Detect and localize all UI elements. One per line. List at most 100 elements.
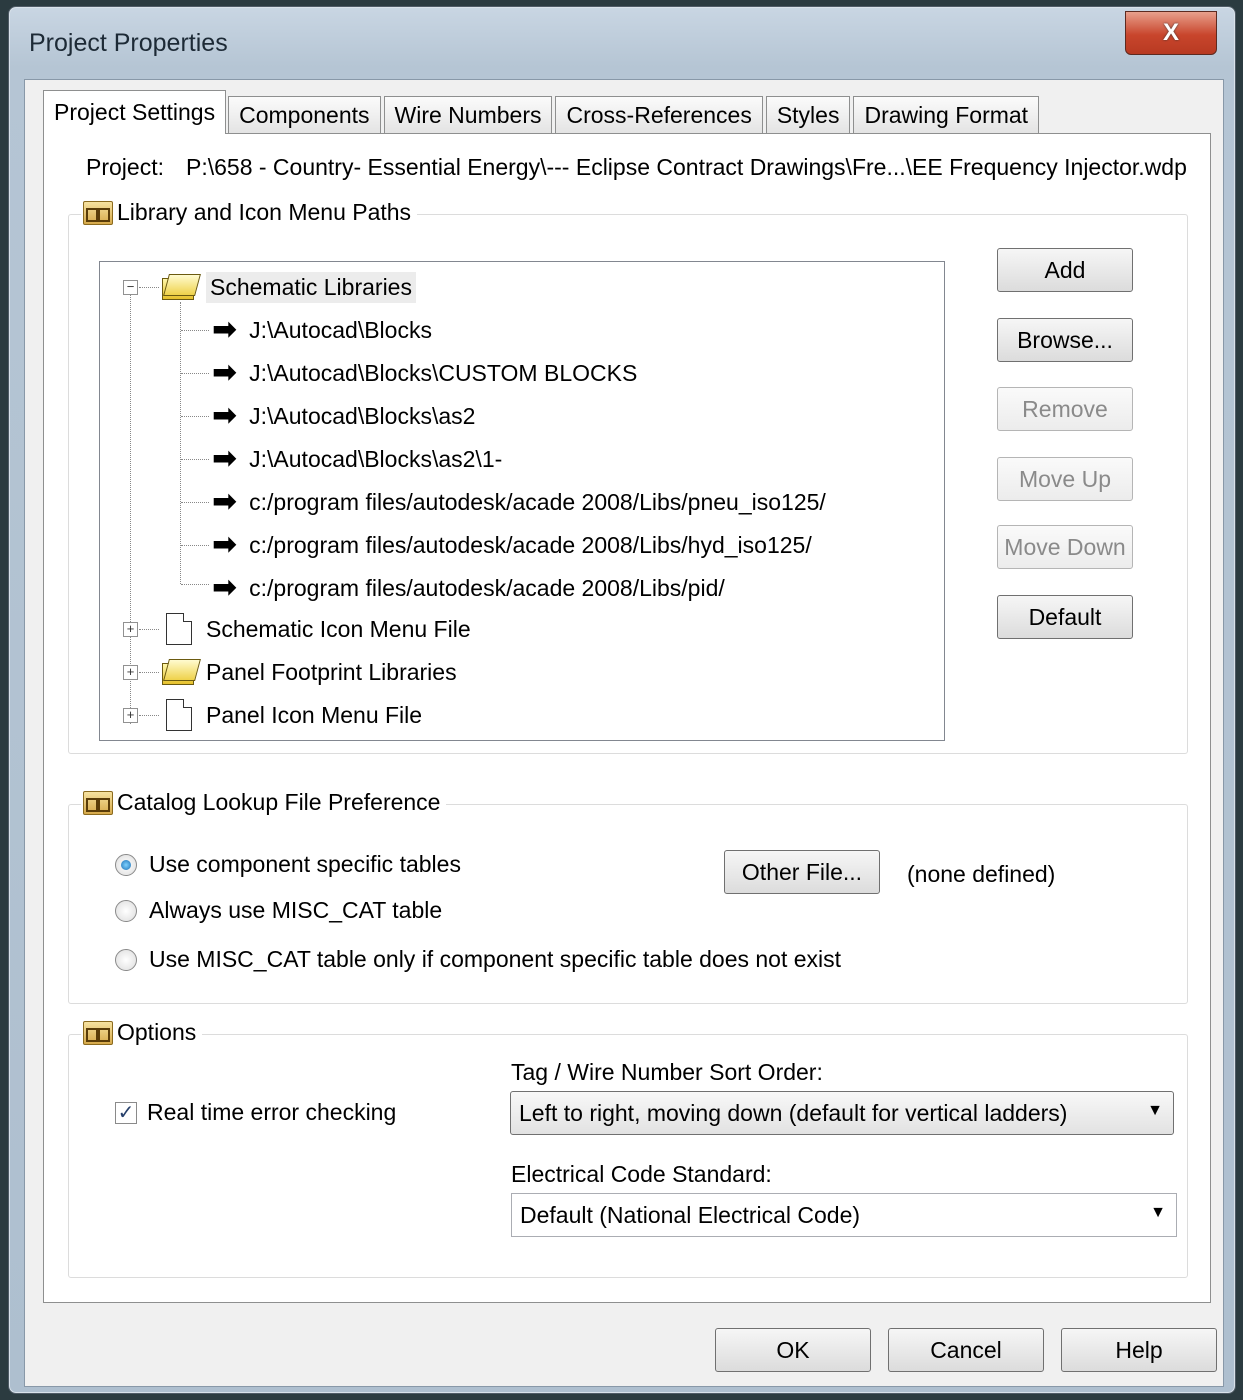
tree-connector [139,629,159,630]
window-title: Project Properties [29,29,228,57]
realtime-error-checking[interactable]: ✓ Real time error checking [115,1099,396,1126]
library-paths-title: Library and Icon Menu Paths [117,199,412,225]
move-up-button[interactable]: Move Up [997,457,1133,501]
library-group-icon [83,200,113,225]
arrow-right-icon: ➡ [212,399,238,432]
tree-item-panel-icon-menu[interactable]: Panel Icon Menu File [160,695,422,735]
tab-strip: Project Settings Components Wire Numbers… [43,90,1042,134]
project-path-line: Project: P:\658 - Country- Essential Ener… [86,154,1209,181]
radio-label: Use MISC_CAT table only if component spe… [149,946,842,972]
file-icon [166,699,192,731]
tree-item-path[interactable]: ➡ c:/program files/autodesk/acade 2008/L… [212,482,826,522]
options-title: Options [117,1019,197,1045]
tree-item-path[interactable]: ➡ J:\Autocad\Blocks\as2\1- [212,439,502,479]
arrow-right-icon: ➡ [212,313,238,346]
library-tree[interactable]: − Schematic Libraries ➡ J:\Autocad\Block… [99,261,945,741]
code-standard-label: Electrical Code Standard: [511,1161,772,1187]
tree-connector [181,584,209,585]
arrow-right-icon: ➡ [212,571,238,604]
path-label: c:/program files/autodesk/acade 2008/Lib… [249,574,725,601]
catalog-group: Catalog Lookup File Preference Use compo… [68,789,1188,1004]
realtime-label: Real time error checking [147,1099,397,1125]
ok-button[interactable]: OK [715,1328,871,1372]
path-label: c:/program files/autodesk/acade 2008/Lib… [249,531,812,558]
options-legend: Options [81,1019,203,1046]
arrow-right-icon: ➡ [212,485,238,518]
remove-button[interactable]: Remove [997,387,1133,431]
collapse-schematic-libraries[interactable]: − [123,280,138,295]
expand-schematic-icon-menu[interactable]: + [123,622,138,637]
tree-item-path[interactable]: ➡ c:/program files/autodesk/acade 2008/L… [212,568,725,608]
dialog-client: Project Settings Components Wire Numbers… [24,79,1224,1387]
add-button[interactable]: Add [997,248,1133,292]
tab-components[interactable]: Components [228,96,381,134]
tab-wire-numbers[interactable]: Wire Numbers [383,96,553,134]
sort-order-label: Tag / Wire Number Sort Order: [511,1059,823,1085]
tree-item-schematic-libraries[interactable]: Schematic Libraries [160,267,416,307]
arrow-right-icon: ➡ [212,528,238,561]
tab-drawing-format[interactable]: Drawing Format [853,96,1040,134]
default-button[interactable]: Default [997,595,1133,639]
folder-icon [160,272,198,302]
catalog-group-icon [83,790,113,815]
expand-panel-footprint[interactable]: + [123,665,138,680]
path-label: J:\Autocad\Blocks\CUSTOM BLOCKS [249,359,638,386]
help-button[interactable]: Help [1061,1328,1217,1372]
move-down-button[interactable]: Move Down [997,525,1133,569]
tab-styles[interactable]: Styles [765,96,851,134]
path-label: c:/program files/autodesk/acade 2008/Lib… [249,488,826,515]
code-standard-value: Default (National Electrical Code) [520,1201,861,1228]
tree-item-path[interactable]: ➡ c:/program files/autodesk/acade 2008/L… [212,525,812,565]
arrow-right-icon: ➡ [212,356,238,389]
catalog-title: Catalog Lookup File Preference [117,789,441,815]
tree-connector [139,672,159,673]
tree-connector [181,545,209,546]
path-label: J:\Autocad\Blocks [249,316,432,343]
project-properties-window: Project Properties X Project Settings Co… [8,6,1236,1394]
path-label: J:\Autocad\Blocks\as2 [249,402,476,429]
browse-button[interactable]: Browse... [997,318,1133,362]
expand-panel-icon-menu[interactable]: + [123,708,138,723]
radio-component-tables[interactable]: Use component specific tables [115,851,461,878]
tree-item-path[interactable]: ➡ J:\Autocad\Blocks [212,310,432,350]
chevron-down-icon: ▼ [1150,1204,1166,1221]
radio-misc-cat[interactable]: Always use MISC_CAT table [115,897,442,924]
chevron-down-icon: ▼ [1147,1102,1163,1119]
tree-item-label: Schematic Libraries [206,271,416,303]
tree-connector [181,416,209,417]
radio-button[interactable] [115,853,137,876]
tree-item-label: Panel Footprint Libraries [206,658,457,685]
tree-item-path[interactable]: ➡ J:\Autocad\Blocks\as2 [212,396,475,436]
tree-item-label: Schematic Icon Menu File [206,615,471,642]
tree-connector [181,330,209,331]
tree-connector [181,502,209,503]
radio-label: Use component specific tables [149,851,461,877]
tree-connector [181,459,209,460]
catalog-legend: Catalog Lookup File Preference [81,789,447,816]
options-group: Options ✓ Real time error checking Tag /… [68,1019,1188,1278]
tree-connector [130,294,131,724]
cancel-button[interactable]: Cancel [888,1328,1044,1372]
tree-connector [180,302,181,584]
tree-item-path[interactable]: ➡ J:\Autocad\Blocks\CUSTOM BLOCKS [212,353,637,393]
tab-cross-references[interactable]: Cross-References [555,96,763,134]
tree-item-schematic-icon-menu[interactable]: Schematic Icon Menu File [160,609,471,649]
sort-order-value: Left to right, moving down (default for … [519,1099,1068,1126]
radio-button[interactable] [115,899,137,922]
options-group-icon [83,1020,113,1045]
file-icon [166,613,192,645]
tree-connector [139,715,159,716]
project-settings-panel: Project: P:\658 - Country- Essential Ener… [43,133,1211,1303]
radio-button[interactable] [115,948,137,971]
tab-project-settings[interactable]: Project Settings [43,90,227,134]
project-label: Project: [86,154,164,180]
other-file-button[interactable]: Other File... [724,850,880,894]
sort-order-select[interactable]: Left to right, moving down (default for … [510,1091,1174,1135]
close-button[interactable]: X [1125,11,1217,55]
code-standard-select[interactable]: Default (National Electrical Code) ▼ [511,1193,1177,1237]
radio-misc-cat-fallback[interactable]: Use MISC_CAT table only if component spe… [115,946,841,973]
project-path: P:\658 - Country- Essential Energy\--- E… [185,154,1187,180]
library-paths-group: Library and Icon Menu Paths − Schematic … [68,199,1188,754]
realtime-checkbox[interactable]: ✓ [115,1101,137,1124]
tree-item-panel-footprint[interactable]: Panel Footprint Libraries [160,652,457,692]
